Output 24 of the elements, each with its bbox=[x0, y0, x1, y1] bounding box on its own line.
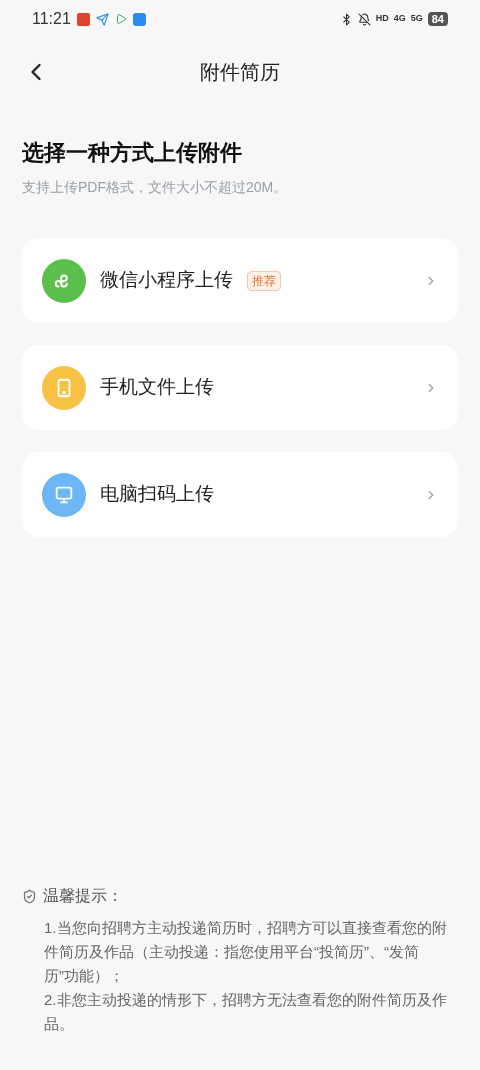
send-icon bbox=[95, 12, 109, 26]
tip-text: 2.非您主动投递的情形下，招聘方无法查看您的附件简历及作品。 bbox=[44, 990, 448, 1034]
page-title: 附件简历 bbox=[200, 60, 280, 85]
network-label: 5G bbox=[410, 12, 423, 26]
battery-indicator: 84 bbox=[427, 12, 448, 26]
network-label: HD bbox=[375, 12, 389, 26]
shield-icon bbox=[22, 888, 37, 904]
upload-option[interactable]: 微信小程序上传 推荐 bbox=[22, 238, 458, 323]
play-icon bbox=[114, 13, 127, 25]
network-label: 4G bbox=[393, 12, 406, 26]
bell-off-icon bbox=[357, 12, 371, 26]
section-heading: 选择一种方式上传附件 bbox=[22, 139, 243, 167]
recommend-tag: 推荐 bbox=[247, 270, 281, 291]
app-icon bbox=[132, 12, 146, 26]
upload-option[interactable]: 手机文件上传 bbox=[22, 345, 458, 430]
upload-option[interactable]: 电脑扫码上传 bbox=[22, 452, 458, 537]
tip-text: 1.当您向招聘方主动投递简历时，招聘方可以直接查看您的附件简历及作品（主动投递：指您使用平台“投简历”、“发简历”功能）； bbox=[44, 918, 448, 986]
option-label: 手机文件上传 bbox=[100, 375, 214, 400]
option-label: 微信小程序上传 bbox=[100, 268, 233, 293]
upload-hint: 支持上传PDF格式，文件大小不超过20M。 bbox=[22, 178, 289, 197]
status-time: 11:21 bbox=[32, 9, 71, 29]
tips-title: 温馨提示： bbox=[43, 886, 123, 906]
option-label: 电脑扫码上传 bbox=[100, 482, 214, 507]
app-icon bbox=[76, 12, 90, 26]
